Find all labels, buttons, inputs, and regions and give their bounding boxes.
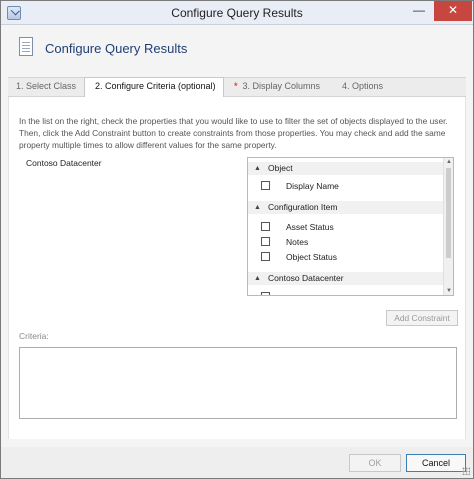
scroll-down-arrow-icon[interactable]: ▼ xyxy=(444,288,453,294)
group-header-configuration-item[interactable]: ▲ Configuration Item xyxy=(248,201,443,214)
tab-label: 2. Configure Criteria (optional) xyxy=(95,81,216,91)
property-row-partial[interactable] xyxy=(248,290,443,295)
document-icon xyxy=(19,37,33,56)
add-constraint-button[interactable]: Add Constraint xyxy=(386,310,458,326)
property-checkbox[interactable] xyxy=(261,292,270,295)
scrollbar-thumb[interactable] xyxy=(446,168,451,258)
property-label: Display Name xyxy=(286,181,339,191)
property-label: Asset Status xyxy=(286,222,334,232)
cancel-button[interactable]: Cancel xyxy=(406,454,466,472)
chevron-up-icon[interactable]: ▲ xyxy=(254,201,261,214)
dialog-footer: OK Cancel xyxy=(1,447,473,478)
tab-select-class[interactable]: 1. Select Class xyxy=(12,78,80,97)
resize-grip-icon[interactable] xyxy=(462,467,470,475)
property-row-asset-status[interactable]: Asset Status xyxy=(248,220,443,234)
criteria-area[interactable] xyxy=(19,347,457,419)
property-checkbox[interactable] xyxy=(261,237,270,246)
property-checkbox[interactable] xyxy=(261,222,270,231)
chevron-up-icon[interactable]: ▲ xyxy=(254,162,261,175)
property-row-object-status[interactable]: Object Status xyxy=(248,250,443,264)
required-marker: * xyxy=(234,81,238,91)
close-button[interactable]: ✕ xyxy=(434,1,472,21)
tab-label: 4. Options xyxy=(342,81,384,91)
tab-configure-criteria[interactable]: 2. Configure Criteria (optional) xyxy=(84,77,224,98)
criteria-label: Criteria: xyxy=(19,331,49,341)
property-list-scrollbar[interactable]: ▲ ▼ xyxy=(443,158,453,295)
property-checkbox[interactable] xyxy=(261,252,270,261)
dialog-window: Configure Query Results — ✕ Configure Qu… xyxy=(0,0,474,479)
criteria-page: In the list on the right, check the prop… xyxy=(8,97,466,439)
group-header-contoso-datacenter[interactable]: ▲ Contoso Datacenter xyxy=(248,272,443,285)
group-label: Configuration Item xyxy=(268,202,338,212)
wizard-header: Configure Query Results xyxy=(1,25,473,69)
title-bar: Configure Query Results — ✕ xyxy=(1,1,473,25)
group-header-object[interactable]: ▲ Object xyxy=(248,162,443,175)
tab-options[interactable]: 4. Options xyxy=(338,78,398,97)
group-label: Contoso Datacenter xyxy=(268,273,344,283)
ok-button[interactable]: OK xyxy=(349,454,401,472)
wizard-tabs: 1. Select Class 2. Configure Criteria (o… xyxy=(8,77,466,98)
minimize-button[interactable]: — xyxy=(406,1,432,21)
property-row-display-name[interactable]: Display Name xyxy=(248,179,443,193)
property-label: Notes xyxy=(286,237,309,247)
tab-label: 1. Select Class xyxy=(16,81,77,91)
chevron-up-icon[interactable]: ▲ xyxy=(254,272,261,285)
property-label: Object Status xyxy=(286,252,338,262)
tab-display-columns[interactable]: * 3. Display Columns xyxy=(230,78,330,97)
scroll-up-arrow-icon[interactable]: ▲ xyxy=(444,159,453,165)
class-label: Contoso Datacenter xyxy=(26,158,102,168)
property-list[interactable]: ▲ Object Display Name ▲ Configuration It… xyxy=(247,157,454,296)
tab-label: 3. Display Columns xyxy=(242,81,321,91)
property-row-notes[interactable]: Notes xyxy=(248,235,443,249)
page-title: Configure Query Results xyxy=(45,41,188,56)
instructions-text: In the list on the right, check the prop… xyxy=(19,116,448,150)
window-title: Configure Query Results xyxy=(171,6,303,20)
group-label: Object xyxy=(268,163,293,173)
property-checkbox[interactable] xyxy=(261,181,270,190)
